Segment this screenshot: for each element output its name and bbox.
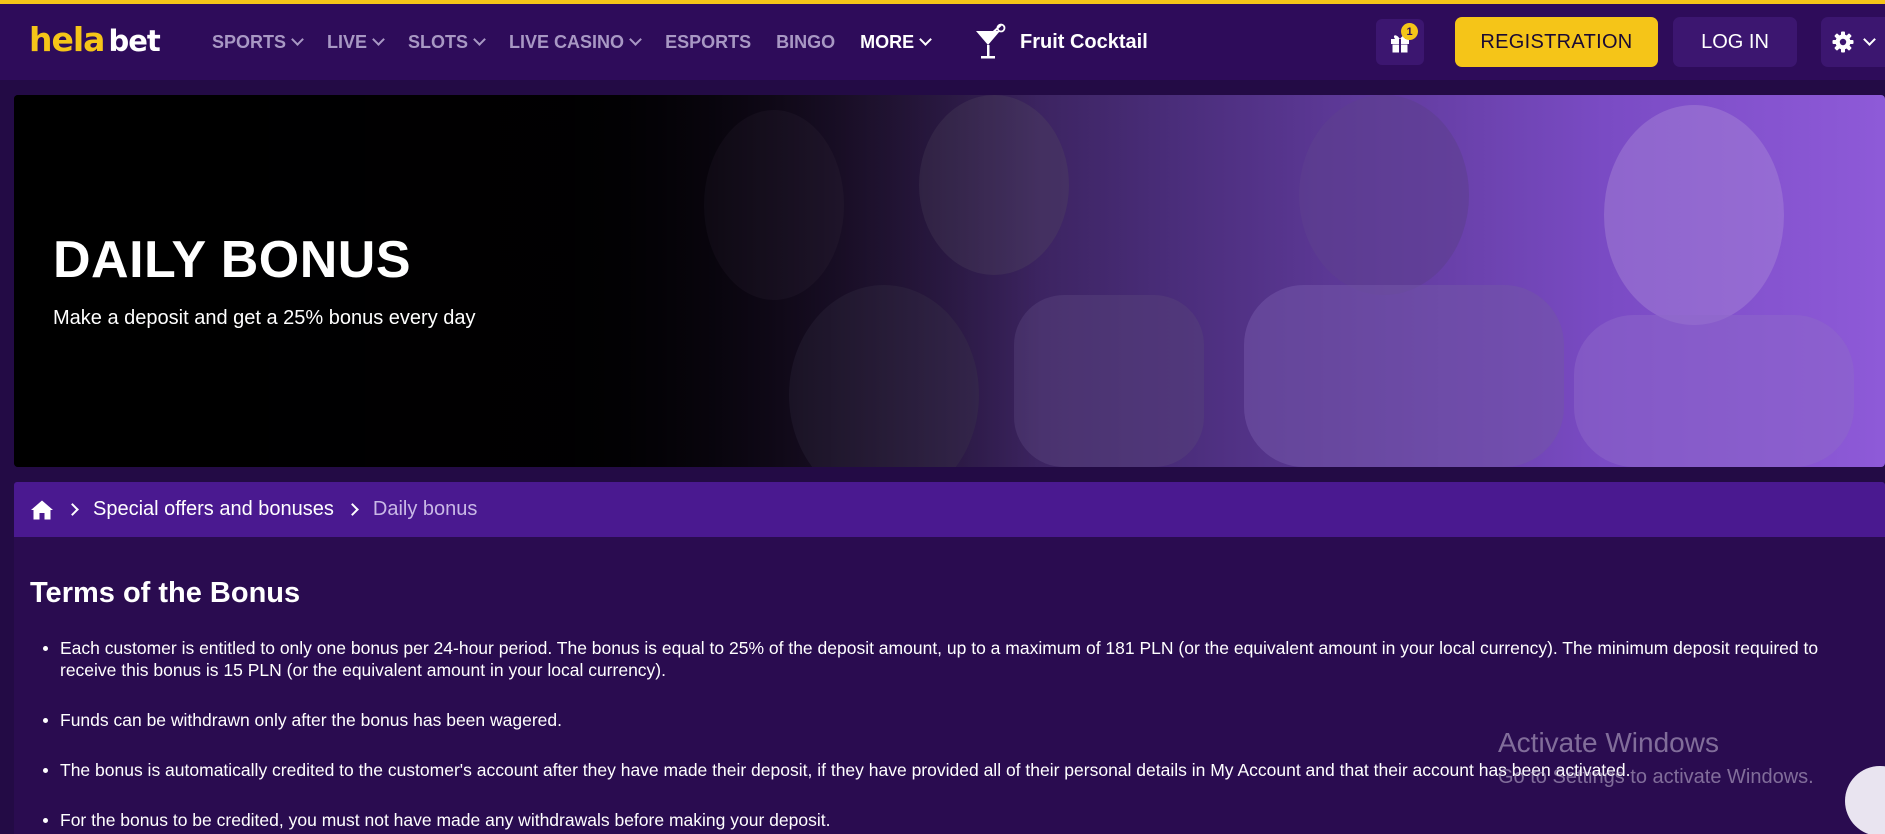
chevron-right-icon (346, 503, 359, 516)
hero-banner: DAILY BONUS Make a deposit and get a 25%… (14, 95, 1885, 467)
nav-item-label: MORE (860, 31, 915, 52)
windows-activation-title: Activate Windows (1498, 727, 1719, 758)
bonus-terms-section: Terms of the Bonus Each customer is enti… (14, 537, 1885, 834)
chevron-down-icon (291, 32, 304, 46)
nav-item-label: LIVE CASINO (509, 31, 625, 52)
hero-subtitle: Make a deposit and get a 25% bonus every… (53, 307, 476, 329)
featured-game-label: Fruit Cocktail (1020, 30, 1148, 53)
nav-item-esports[interactable]: ESPORTS (665, 4, 751, 80)
chevron-down-icon (1863, 32, 1876, 46)
list-item: Each customer is entitled to only one bo… (43, 637, 1880, 681)
chevron-down-icon (919, 32, 932, 46)
hero-title: DAILY BONUS (53, 231, 412, 289)
logo[interactable]: hela bet (29, 20, 161, 59)
nav-item-label: SPORTS (212, 31, 287, 52)
featured-game-link[interactable]: Fruit Cocktail (972, 4, 1148, 80)
chevron-down-icon (473, 32, 486, 46)
registration-button[interactable]: REGISTRATION (1455, 17, 1658, 67)
breadcrumb-link-special-offers[interactable]: Special offers and bonuses (93, 498, 334, 521)
chevron-right-icon (66, 503, 79, 516)
logo-part2: bet (108, 24, 160, 58)
nav-item-label: ESPORTS (665, 31, 752, 52)
breadcrumb-current: Daily bonus (372, 498, 478, 520)
nav-item-more[interactable]: MORE (860, 4, 932, 80)
gift-button[interactable]: 1 (1376, 19, 1424, 65)
nav-item-live-casino[interactable]: LIVE CASINO (509, 4, 642, 80)
chevron-down-icon (629, 32, 642, 46)
nav-item-label: LIVE (327, 31, 368, 52)
login-button[interactable]: LOG IN (1673, 17, 1797, 67)
nav-item-label: SLOTS (408, 31, 469, 52)
chevron-down-icon (372, 32, 385, 46)
nav-item-sports[interactable]: SPORTS (212, 4, 304, 80)
main-nav: SPORTS LIVE SLOTS LIVE CASINO ESPORTS BI… (212, 4, 955, 80)
gift-count-badge: 1 (1401, 23, 1418, 40)
settings-button[interactable] (1821, 17, 1885, 67)
nav-item-live[interactable]: LIVE (327, 4, 385, 80)
windows-activation-subtitle: Go to Settings to activate Windows. (1498, 766, 1814, 788)
nav-item-slots[interactable]: SLOTS (408, 4, 486, 80)
logo-part1: hela (29, 20, 105, 59)
terms-title: Terms of the Bonus (30, 577, 301, 609)
gear-icon (1832, 31, 1854, 53)
breadcrumb: Special offers and bonuses Daily bonus (14, 482, 1885, 537)
nav-item-label: BINGO (776, 31, 836, 52)
list-item: For the bonus to be credited, you must n… (43, 809, 1880, 831)
home-icon[interactable] (30, 499, 54, 521)
cocktail-glass-icon (976, 23, 1006, 59)
site-header: hela bet SPORTS LIVE SLOTS LIVE CASINO ES… (0, 4, 1885, 80)
nav-item-bingo[interactable]: BINGO (776, 4, 835, 80)
